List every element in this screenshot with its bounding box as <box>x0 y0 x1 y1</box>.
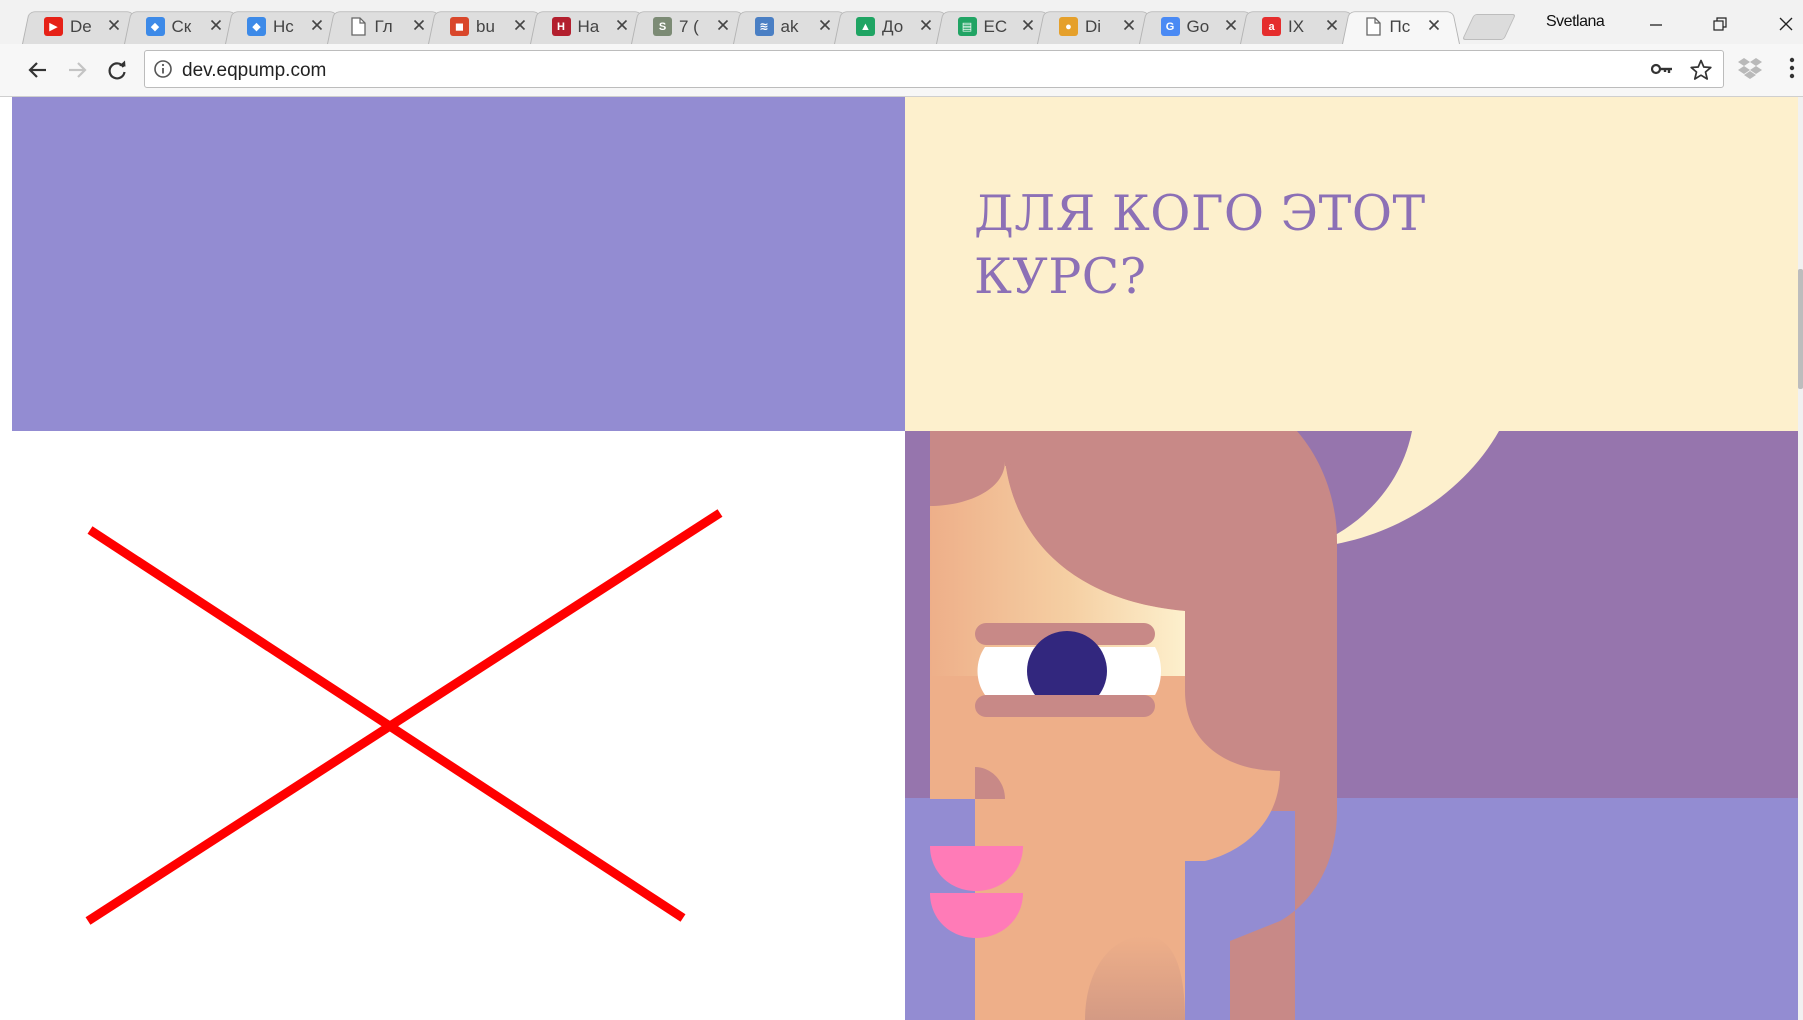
tab-title: IX <box>1288 17 1305 36</box>
tab-title: До <box>882 17 904 36</box>
tab-close-icon[interactable] <box>918 15 934 35</box>
browser-tab[interactable]: G Go <box>1139 6 1257 44</box>
tab-title: Ha <box>577 17 600 36</box>
star-icon[interactable] <box>1689 58 1713 82</box>
browser-tab[interactable]: ▲ До <box>834 6 952 44</box>
forward-button[interactable] <box>63 56 91 84</box>
browser-tab[interactable]: H Ha <box>530 6 648 44</box>
browser-tab[interactable]: ▤ EC <box>936 6 1054 44</box>
close-icon <box>1779 17 1793 31</box>
browser-tab[interactable]: ◆ Ск <box>124 6 242 44</box>
close-window-button[interactable] <box>1766 8 1803 40</box>
tab-title: De <box>70 17 92 36</box>
tab-close-icon[interactable] <box>1020 15 1036 35</box>
browser-tab[interactable]: Пс <box>1342 6 1460 44</box>
tab-close-icon[interactable] <box>512 15 528 35</box>
tab-title: Пс <box>1389 17 1411 36</box>
browser-tab[interactable]: S 7 ( <box>631 6 749 44</box>
restore-icon <box>1713 17 1727 31</box>
tab-title: bu <box>476 17 495 36</box>
sheets-icon: ▤ <box>957 17 977 36</box>
tab-title: ak <box>780 17 799 36</box>
youtube-icon: ▶ <box>44 17 63 36</box>
url-text[interactable]: dev.eqpump.com <box>182 60 326 82</box>
section-heading: ДЛЯ КОГО ЭТОТ КУРС? <box>974 185 1426 305</box>
tab-close-icon[interactable] <box>208 15 224 35</box>
tab-close-icon[interactable] <box>715 15 731 35</box>
restore-button[interactable] <box>1700 8 1740 40</box>
tab-title: 7 ( <box>679 17 699 36</box>
tab-title: EC <box>983 17 1008 36</box>
dropbox-extension-icon[interactable] <box>1737 56 1763 80</box>
browser-tab[interactable]: ● Di <box>1037 6 1155 44</box>
new-tab-button[interactable] <box>1461 14 1517 40</box>
tab-close-icon[interactable] <box>106 15 122 35</box>
purple-block <box>12 97 905 431</box>
a-letter-icon: a <box>1262 17 1281 36</box>
browser-tab[interactable]: ▶ De <box>22 6 140 44</box>
shield-crest-icon: ◼ <box>450 17 469 36</box>
arrow-right-icon <box>69 62 87 78</box>
tab-title: Гл <box>374 17 393 36</box>
more-menu-icon[interactable] <box>1788 56 1796 80</box>
tab-close-icon[interactable] <box>309 15 325 35</box>
tab-title: Hc <box>273 17 294 36</box>
arrow-left-icon <box>28 62 46 78</box>
key-icon[interactable] <box>1651 61 1673 77</box>
page-viewport: ДЛЯ КОГО ЭТОТ КУРС? <box>12 97 1798 1020</box>
profile-name[interactable]: Svetlana <box>1546 13 1605 31</box>
minimize-icon <box>1650 24 1662 26</box>
tab-title: Ск <box>171 17 192 36</box>
page-scrollbar[interactable] <box>1798 97 1803 1020</box>
browser-tab[interactable]: ≋ ak <box>733 6 851 44</box>
tab-close-icon[interactable] <box>1223 15 1239 35</box>
dropbox-icon: ◆ <box>247 17 266 36</box>
tab-close-icon[interactable] <box>817 15 833 35</box>
browser-tab[interactable]: a IX <box>1240 6 1358 44</box>
reload-button[interactable] <box>103 56 131 84</box>
minimize-button[interactable] <box>1636 8 1676 40</box>
google-translate-icon: G <box>1160 17 1180 36</box>
character-illustration <box>905 431 1798 1020</box>
info-icon[interactable] <box>153 59 173 79</box>
browser-tab[interactable]: ◆ Hc <box>225 6 343 44</box>
tab-close-icon[interactable] <box>1426 15 1442 35</box>
cross-line-2 <box>85 509 723 925</box>
tab-title: Go <box>1186 17 1210 36</box>
tab-strip: ▶ De ◆ Ск ◆ Hc Гл ◼ bu H Ha S 7 ( ≋ ak ▲ До ▤ EC ● Di G Go a IX П… <box>0 0 1803 44</box>
browser-toolbar: dev.eqpump.com <box>0 44 1803 97</box>
dropbox-icon: ◆ <box>145 17 165 36</box>
tab-close-icon[interactable] <box>614 15 630 35</box>
tab-close-icon[interactable] <box>411 15 427 35</box>
document-icon <box>349 17 368 36</box>
scrollbar-thumb[interactable] <box>1798 269 1803 389</box>
tab-close-icon[interactable] <box>1324 15 1340 35</box>
reload-icon <box>108 60 126 80</box>
s-letter-icon: S <box>653 17 672 36</box>
color-wheel-icon: ● <box>1059 17 1078 36</box>
address-bar[interactable]: dev.eqpump.com <box>144 50 1724 88</box>
hbr-icon: H <box>551 17 571 36</box>
back-button[interactable] <box>24 56 52 84</box>
browser-tab[interactable]: ◼ bu <box>428 6 546 44</box>
stripes-circle-icon: ≋ <box>754 17 774 36</box>
browser-tab[interactable]: Гл <box>327 6 445 44</box>
drive-icon: ▲ <box>856 17 875 36</box>
red-cross-mark <box>85 509 723 925</box>
document-icon <box>1364 17 1383 36</box>
lower-eyelid <box>975 695 1155 717</box>
tab-title: Di <box>1085 17 1102 36</box>
tab-close-icon[interactable] <box>1121 15 1137 35</box>
